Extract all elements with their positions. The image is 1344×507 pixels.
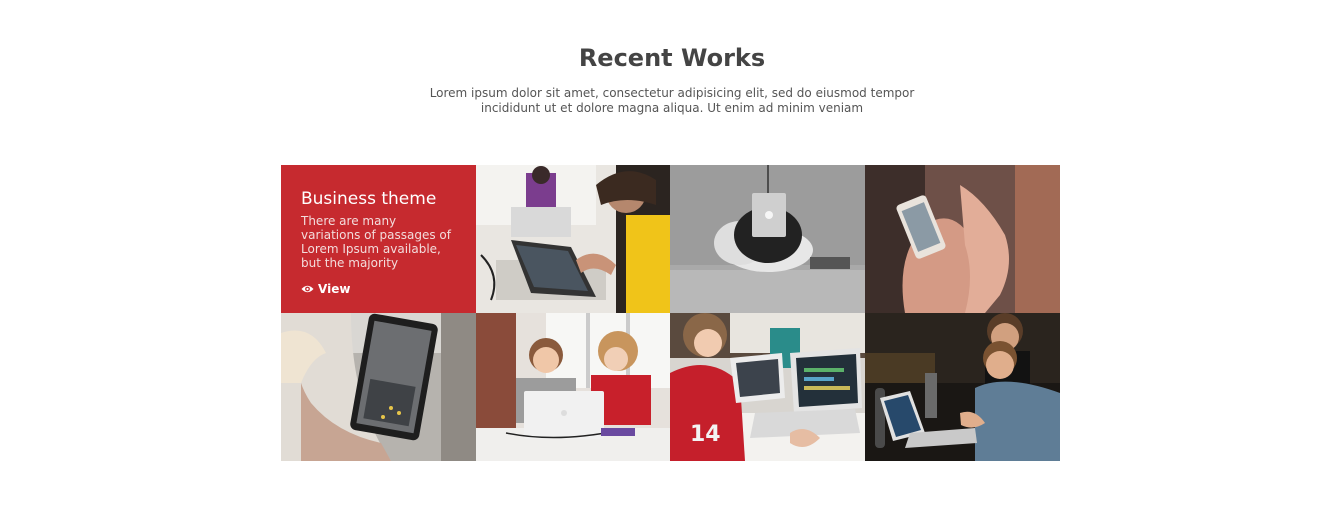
photo-kids-laptop[interactable] <box>476 313 670 461</box>
featured-work-card[interactable]: Business theme There are many variations… <box>281 165 476 313</box>
section-title: Recent Works <box>578 44 766 72</box>
photo-laptop-beanbag[interactable] <box>670 165 865 313</box>
photo-designer-tablet[interactable] <box>476 165 670 313</box>
featured-work-title: Business theme <box>301 189 437 209</box>
svg-text:14: 14 <box>690 422 721 447</box>
view-label: View <box>318 282 351 296</box>
photo-smartphone-hands[interactable] <box>865 165 1060 313</box>
photo-smartphone-hands-image <box>865 165 1060 313</box>
view-link[interactable]: View <box>301 282 350 296</box>
section-subtitle: Lorem ipsum dolor sit amet, consectetur … <box>429 86 915 115</box>
photo-tablet-city[interactable] <box>281 313 476 461</box>
portfolio-grid: Business theme There are many variations… <box>281 165 1060 461</box>
photo-designer-tablet-image <box>476 165 670 313</box>
photo-laptop-beanbag-image <box>670 165 865 313</box>
photo-men-laptops-image <box>865 313 1060 461</box>
eye-icon <box>301 285 314 293</box>
photo-tablet-city-image <box>281 313 476 461</box>
featured-work-description: There are many variations of passages of… <box>301 214 451 270</box>
photo-men-laptops[interactable] <box>865 313 1060 461</box>
photo-boy-coding-image: 14 <box>670 313 865 461</box>
recent-works-section: Recent Works Lorem ipsum dolor sit amet,… <box>0 0 1344 507</box>
photo-boy-coding[interactable]: 14 <box>670 313 865 461</box>
photo-kids-laptop-image <box>476 313 670 461</box>
